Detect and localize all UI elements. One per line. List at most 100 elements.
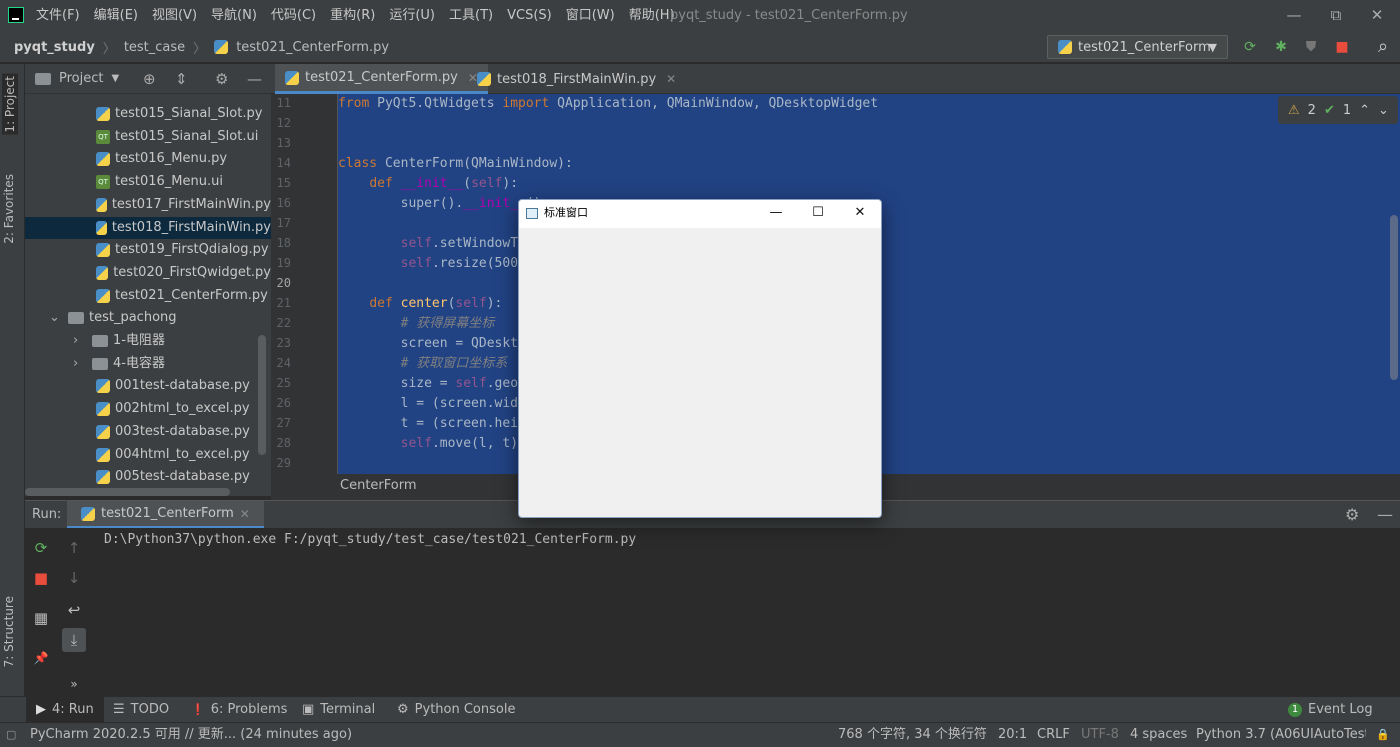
- menu-vcs[interactable]: VCS(S): [507, 0, 552, 31]
- tree-item[interactable]: › 1-电阻器: [25, 330, 271, 352]
- tree-item[interactable]: › 4-电容器: [25, 353, 271, 375]
- tree-item[interactable]: 002html_to_excel.py: [25, 398, 271, 420]
- run-tab[interactable]: test021_CenterForm ✕: [67, 501, 264, 529]
- status-caret-position[interactable]: 20:1: [998, 723, 1027, 747]
- pin-icon[interactable]: 📌: [29, 646, 53, 670]
- tool-python-console[interactable]: ⚙ Python Console: [397, 697, 515, 723]
- tree-item[interactable]: test019_FirstQdialog.py: [25, 239, 271, 261]
- qt-close-button[interactable]: ✕: [839, 200, 881, 226]
- tree-item[interactable]: 005test-database.py: [25, 466, 271, 488]
- python-file-icon: [96, 447, 110, 462]
- tree-item[interactable]: test017_FirstMainWin.py: [25, 194, 271, 216]
- debug-icon[interactable]: ✱: [1270, 37, 1292, 57]
- lock-icon[interactable]: 🔒: [1376, 723, 1390, 747]
- arrow-down-icon[interactable]: ↓: [62, 566, 86, 590]
- status-indent[interactable]: 4 spaces: [1130, 723, 1187, 747]
- tree-item[interactable]: QT test016_Menu.ui: [25, 171, 271, 193]
- status-line-separator[interactable]: CRLF: [1037, 723, 1070, 747]
- chevron-right-icon[interactable]: ›: [73, 353, 87, 375]
- locate-icon[interactable]: ⊕: [143, 70, 156, 88]
- breadcrumb-file[interactable]: test021_CenterForm.py: [236, 40, 389, 55]
- rerun-icon[interactable]: ⟳: [29, 536, 53, 560]
- tree-item[interactable]: test015_Sianal_Slot.py: [25, 103, 271, 125]
- qt-maximize-button[interactable]: ☐: [797, 200, 839, 226]
- close-icon[interactable]: ✕: [240, 507, 250, 521]
- structure-tool-tab[interactable]: 7: Structure: [2, 596, 16, 667]
- tree-item[interactable]: 003test-database.py: [25, 421, 271, 443]
- hide-panel-icon[interactable]: —: [247, 70, 262, 88]
- breadcrumb-separator: 〉: [193, 41, 207, 57]
- arrow-up-icon[interactable]: ↑: [62, 536, 86, 560]
- chevron-right-icon[interactable]: ›: [73, 330, 87, 352]
- stop-icon[interactable]: ■: [29, 566, 53, 590]
- close-button[interactable]: ✕: [1354, 0, 1400, 31]
- tool-problems[interactable]: ❗ 6: Problems: [191, 697, 287, 723]
- tree-item[interactable]: 001test-database.py: [25, 375, 271, 397]
- chevron-down-icon: ▼: [111, 73, 120, 84]
- scroll-to-end-icon[interactable]: ⤓: [62, 628, 86, 652]
- minimize-button[interactable]: —: [1271, 0, 1317, 31]
- hide-panel-icon[interactable]: —: [1377, 505, 1393, 524]
- chevron-up-icon[interactable]: ⌃: [1359, 103, 1370, 118]
- tree-item-label: test019_FirstQdialog.py: [115, 242, 269, 258]
- tree-item[interactable]: QT test015_Sianal_Slot.ui: [25, 126, 271, 148]
- menu-edit[interactable]: 编辑(E): [94, 0, 138, 31]
- chevron-down-icon[interactable]: ⌄: [1378, 103, 1389, 118]
- tab-test021-centerform[interactable]: test021_CenterForm.py ✕: [275, 64, 488, 94]
- menu-view[interactable]: 视图(V): [152, 0, 197, 31]
- menu-file[interactable]: 文件(F): [36, 0, 80, 31]
- menu-tools[interactable]: 工具(T): [449, 0, 493, 31]
- status-square-icon[interactable]: ▢: [6, 723, 16, 747]
- breadcrumb-folder[interactable]: test_case: [124, 40, 185, 55]
- editor-scrollbar[interactable]: [1390, 215, 1398, 380]
- menu-navigate[interactable]: 导航(N): [211, 0, 257, 31]
- tree-item[interactable]: test021_CenterForm.py: [25, 285, 271, 307]
- code-line: l = (screen.wid: [338, 394, 518, 414]
- status-interpreter[interactable]: Python 3.7 (A06UIAutoTest): [1196, 723, 1366, 747]
- stop-icon[interactable]: ■: [1331, 37, 1353, 57]
- layout-icon[interactable]: ▦: [29, 606, 53, 630]
- tool-event-log[interactable]: 1 Event Log: [1288, 697, 1373, 723]
- gear-icon[interactable]: ⚙: [1345, 505, 1359, 524]
- soft-wrap-icon[interactable]: ↩: [62, 598, 86, 622]
- run-configuration-select[interactable]: test021_CenterForm ▼: [1047, 35, 1228, 59]
- tab-test018-firstmainwin[interactable]: test018_FirstMainWin.py ✕: [467, 64, 686, 94]
- more-icon[interactable]: »: [62, 672, 86, 696]
- qt-window-titlebar[interactable]: 标准窗口 — ☐ ✕: [519, 200, 881, 228]
- run-console[interactable]: D:\Python37\python.exe F:/pyqt_study/tes…: [91, 528, 1400, 696]
- coverage-icon[interactable]: ⛊: [1300, 37, 1322, 57]
- editor-breadcrumb-class[interactable]: CenterForm: [340, 478, 417, 493]
- tree-item[interactable]: test016_Menu.py: [25, 148, 271, 170]
- tree-item[interactable]: ⌄ test_pachong: [25, 307, 271, 329]
- collapse-all-icon[interactable]: ⇕: [175, 70, 188, 88]
- tool-terminal[interactable]: ▣ Terminal: [302, 697, 375, 723]
- project-scrollbar[interactable]: [258, 335, 266, 455]
- qt-standard-window[interactable]: 标准窗口 — ☐ ✕: [518, 199, 882, 518]
- project-horizontal-scrollbar[interactable]: [25, 488, 230, 496]
- qt-minimize-button[interactable]: —: [755, 200, 797, 226]
- rerun-icon[interactable]: ⟳: [1239, 37, 1261, 57]
- status-encoding[interactable]: UTF-8: [1081, 723, 1119, 747]
- menu-refactor[interactable]: 重构(R): [330, 0, 375, 31]
- project-view-select[interactable]: Project ▼: [35, 64, 119, 94]
- close-icon[interactable]: ✕: [666, 72, 676, 86]
- menu-window[interactable]: 窗口(W): [566, 0, 615, 31]
- tree-item[interactable]: 004html_to_excel.py: [25, 444, 271, 466]
- menu-help[interactable]: 帮助(H): [629, 0, 675, 31]
- search-icon[interactable]: ⌕: [1372, 37, 1394, 57]
- tree-item[interactable]: test018_FirstMainWin.py: [25, 216, 271, 239]
- breadcrumb-project[interactable]: pyqt_study: [14, 40, 95, 55]
- project-tool-tab[interactable]: 1: Project: [2, 74, 18, 135]
- inspection-widget[interactable]: ⚠ 2 ✔ 1 ⌃ ⌄: [1278, 96, 1398, 124]
- tree-item[interactable]: test020_FirstQwidget.py: [25, 262, 271, 284]
- restore-button[interactable]: ⧉: [1313, 0, 1359, 31]
- menu-run[interactable]: 运行(U): [389, 0, 435, 31]
- tool-run[interactable]: ▶ 4: Run: [26, 697, 104, 723]
- menu-code[interactable]: 代码(C): [271, 0, 316, 31]
- favorites-tool-tab[interactable]: 2: Favorites: [2, 174, 16, 244]
- status-message[interactable]: PyCharm 2020.2.5 可用 // 更新... (24 minutes…: [30, 723, 352, 747]
- python-file-icon: [1058, 40, 1072, 54]
- chevron-down-icon[interactable]: ⌄: [49, 307, 63, 329]
- tool-todo[interactable]: ☰ TODO: [113, 697, 169, 723]
- gear-icon[interactable]: ⚙: [215, 70, 228, 88]
